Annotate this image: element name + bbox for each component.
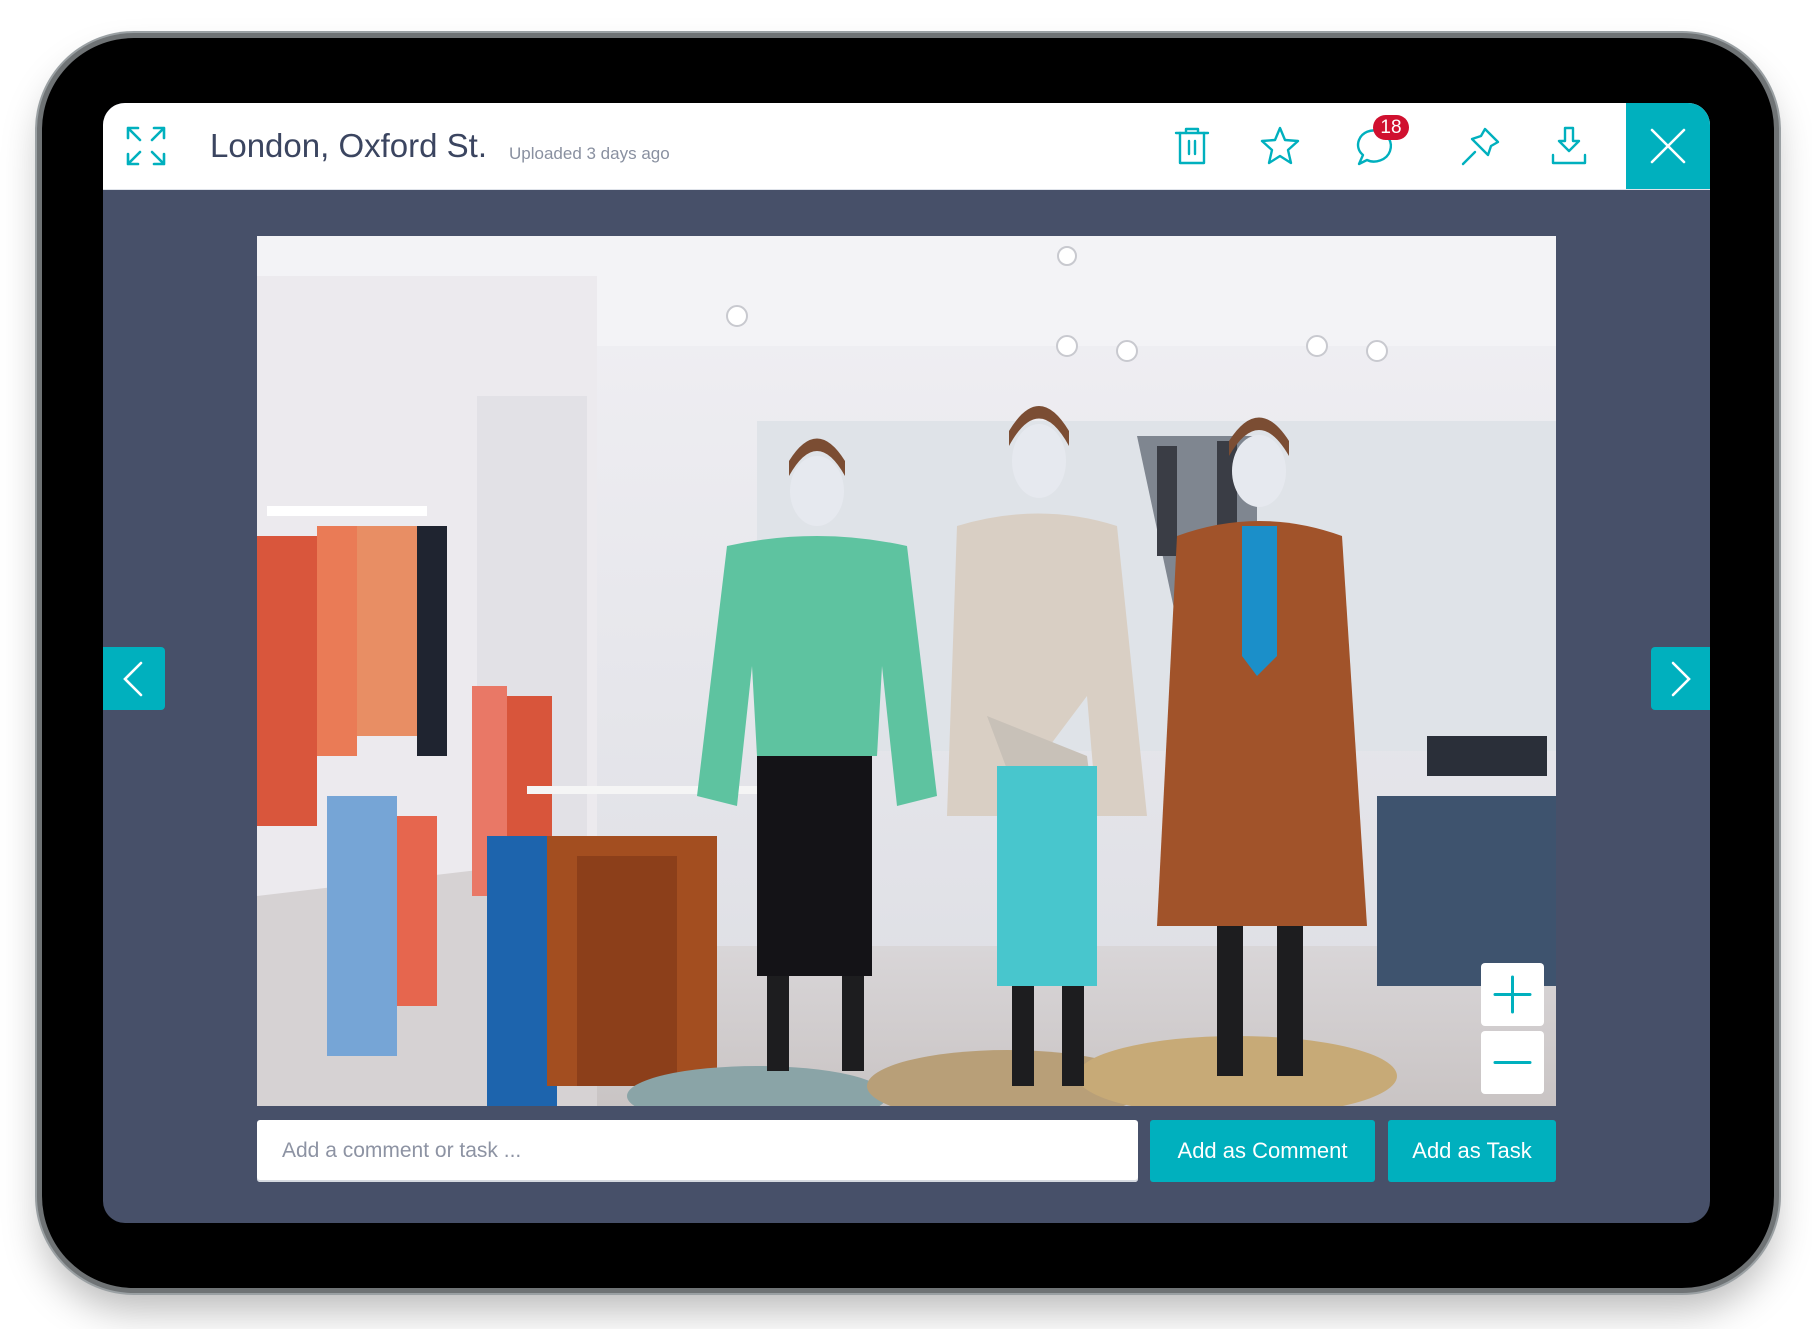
store-photo [257,236,1556,1106]
add-as-comment-button[interactable]: Add as Comment [1150,1120,1375,1182]
trash-icon[interactable] [1170,124,1214,168]
comment-input[interactable] [257,1120,1138,1182]
add-as-task-button[interactable]: Add as Task [1388,1120,1556,1182]
previous-photo-button[interactable] [103,647,165,710]
chevron-left-icon [123,661,143,697]
close-button[interactable] [1626,103,1710,189]
viewer-header: London, Oxford St. Uploaded 3 days ago 1… [103,103,1710,190]
page-title: London, Oxford St. [210,127,488,164]
pin-icon[interactable] [1459,124,1503,168]
download-icon[interactable] [1547,124,1591,168]
chevron-right-icon [1671,661,1691,697]
zoom-out-button[interactable] [1481,1031,1544,1094]
upload-timestamp: Uploaded 3 days ago [509,144,670,163]
store-photo-illustration [257,236,1556,1106]
zoom-in-button[interactable] [1481,963,1544,1026]
minus-icon [1493,1061,1532,1064]
star-icon[interactable] [1258,124,1302,168]
next-photo-button[interactable] [1651,647,1710,710]
plus-icon [1493,975,1532,1014]
close-icon [1650,128,1686,164]
comment-count-badge: 18 [1373,115,1409,140]
expand-icon[interactable] [125,125,167,167]
photo-viewer: London, Oxford St. Uploaded 3 days ago 1… [103,103,1710,1223]
